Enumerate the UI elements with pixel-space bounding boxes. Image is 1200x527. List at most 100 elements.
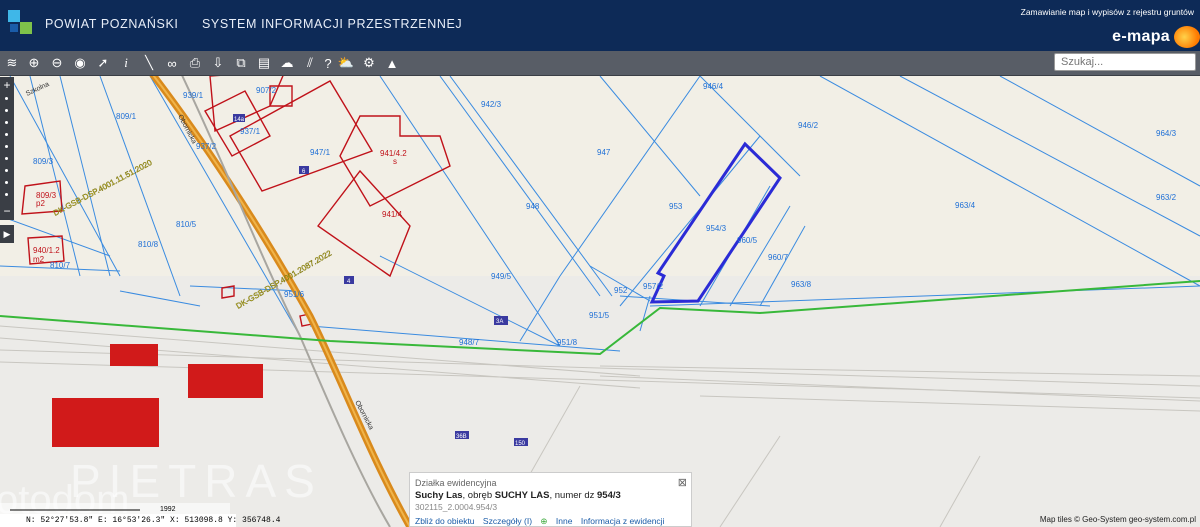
order-maps-link[interactable]: Zamawianie map i wypisów z rejestru grun…: [1021, 7, 1194, 17]
parcel-label: 907/2: [256, 86, 277, 95]
parcel-label: 809/1: [116, 112, 137, 121]
hatch-icon[interactable]: ⫽: [300, 53, 320, 73]
zoom-level-dot[interactable]: [5, 193, 8, 196]
info-icon[interactable]: i: [116, 53, 136, 73]
parcel-label: 954/3: [706, 224, 727, 233]
coordinate-readout: N: 52°27'53.8" E: 16°53'26.3" X: 513098.…: [0, 514, 280, 527]
parcel-label: 937/2: [196, 142, 217, 151]
zoom-control: + −: [0, 77, 14, 220]
red-block: [110, 344, 158, 366]
emapa-brand[interactable]: e-mapa: [1112, 28, 1170, 46]
system-name: SYSTEM INFORMACJI PRZESTRZENNEJ: [202, 17, 463, 31]
parcel-label: 963/4: [955, 201, 976, 210]
side-panel-toggle-icon[interactable]: ▶: [0, 225, 14, 243]
zoom-level-dot[interactable]: [5, 145, 8, 148]
parcel-label: 946/4: [703, 82, 724, 91]
parcel-label: 948/7: [459, 338, 480, 347]
zoom-to-object-link[interactable]: Zbliż do obiektu: [415, 516, 475, 526]
badge-label: 14a: [234, 117, 245, 123]
parcel-label: 960/5: [737, 236, 758, 245]
popup-number-prefix: , numer dz: [549, 490, 598, 501]
zoom-out-button[interactable]: −: [0, 205, 14, 217]
zoom-level-dot[interactable]: [5, 157, 8, 160]
parcel-label: 960/7: [768, 253, 789, 262]
parcel-label: 949/5: [491, 272, 512, 281]
parcel-label: 810/8: [138, 240, 159, 249]
measure-line-icon[interactable]: ╲: [139, 53, 159, 73]
parcel-label: 809/3: [33, 157, 54, 166]
plus-icon[interactable]: ⊕: [540, 516, 547, 526]
parcel-label: 951/6: [284, 290, 305, 299]
parcel-label: 948: [526, 202, 540, 211]
popup-parcel-number: 954/3: [597, 490, 621, 501]
export-icon[interactable]: ⧉: [231, 53, 251, 73]
org-name[interactable]: POWIAT POZNAŃSKI: [45, 17, 178, 31]
app-header: POWIAT POZNAŃSKI SYSTEM INFORMACJI PRZES…: [0, 0, 1200, 51]
zoom-level-dot[interactable]: [5, 181, 8, 184]
road-icon[interactable]: ▲: [382, 53, 402, 73]
cloud-download-icon[interactable]: ⛅: [336, 53, 356, 73]
select-arrow-icon[interactable]: ➚: [93, 53, 113, 73]
parcel-label: 947/1: [310, 148, 331, 157]
zoom-level-dot[interactable]: [5, 133, 8, 136]
parcel-label: 953: [669, 202, 683, 211]
help-icon[interactable]: ?: [318, 53, 338, 73]
settings-icon[interactable]: ⚙: [359, 53, 379, 73]
layout-icon[interactable]: ▤: [254, 53, 274, 73]
print-icon[interactable]: ⎙: [185, 53, 205, 73]
parcel-label: 951/5: [589, 311, 610, 320]
zoom-level-dot[interactable]: [5, 169, 8, 172]
scale-bar: 1992: [0, 503, 230, 514]
map-attribution: Map tiles © Geo-System geo-system.com.pl: [1039, 515, 1196, 524]
building-label: s: [393, 157, 397, 166]
parcel-label: 810/7: [50, 261, 71, 270]
popup-precinct-prefix: , obręb: [462, 490, 495, 501]
layers-icon[interactable]: ≋: [2, 53, 22, 73]
parcel-label: 946/2: [798, 121, 819, 130]
red-block: [188, 364, 263, 398]
download-icon[interactable]: ⇩: [208, 53, 228, 73]
parcel-label: 947: [597, 148, 611, 157]
other-link[interactable]: Inne: [556, 516, 573, 526]
parcel-label: 942/3: [481, 100, 502, 109]
registry-info-link[interactable]: Informacja z ewidencji: [581, 516, 665, 526]
popup-summary: Suchy Las, obręb SUCHY LAS, numer dz 954…: [415, 490, 621, 501]
scale-label: 1992: [160, 506, 176, 513]
popup-precinct: SUCHY LAS: [494, 490, 550, 501]
details-link[interactable]: Szczegóły (I): [483, 516, 532, 526]
badge-label: 36B: [456, 434, 467, 440]
red-block: [52, 398, 159, 447]
parcel-label: 963/8: [791, 280, 812, 289]
zoom-in-icon[interactable]: ⊕: [24, 53, 44, 73]
parcel-label: 952: [614, 286, 628, 295]
parcel-label: 939/1: [183, 91, 204, 100]
popup-identifier: 302115_2.0004.954/3: [415, 502, 498, 512]
building-label: 941/4: [382, 210, 403, 219]
parcel-label: 964/3: [1156, 129, 1177, 138]
zoom-out-icon[interactable]: ⊖: [47, 53, 67, 73]
zoom-extent-icon[interactable]: ◉: [70, 53, 90, 73]
powiat-logo-icon[interactable]: [8, 10, 34, 36]
zoom-level-dot[interactable]: [5, 121, 8, 124]
popup-location: Suchy Las: [415, 490, 463, 501]
parcel-label: 957/2: [643, 282, 664, 291]
building-label: p2: [36, 199, 45, 208]
close-icon[interactable]: ⊠: [678, 476, 687, 489]
popup-type: Działka ewidencyjna: [415, 478, 497, 488]
badge-label: 3A: [496, 319, 503, 325]
popup-links: Zbliż do obiektu Szczegóły (I) ⊕ Inne In…: [415, 516, 670, 527]
building-label: 940/1.2: [33, 246, 60, 255]
parcel-label: 951/8: [557, 338, 578, 347]
search-input[interactable]: [1054, 53, 1196, 71]
link-icon[interactable]: ∞: [162, 53, 182, 73]
parcel-label: 937/1: [240, 127, 261, 136]
zoom-level-dot[interactable]: [5, 97, 8, 100]
zoom-in-button[interactable]: +: [0, 79, 14, 91]
zoom-level-dot[interactable]: [5, 109, 8, 112]
cloud-icon[interactable]: ☁: [277, 53, 297, 73]
building-label: m2: [33, 255, 45, 264]
map-toolbar: ≋ ⊕ ⊖ ◉ ➚ i ╲ ∞ ⎙ ⇩ ⧉ ▤ ☁ ⫽ ? ⛅ ⚙ ▲: [0, 51, 1200, 76]
parcel-label: 810/5: [176, 220, 197, 229]
parcel-info-popup: ⊠ Działka ewidencyjna Suchy Las, obręb S…: [409, 472, 692, 527]
badge-label: 150: [515, 441, 526, 447]
